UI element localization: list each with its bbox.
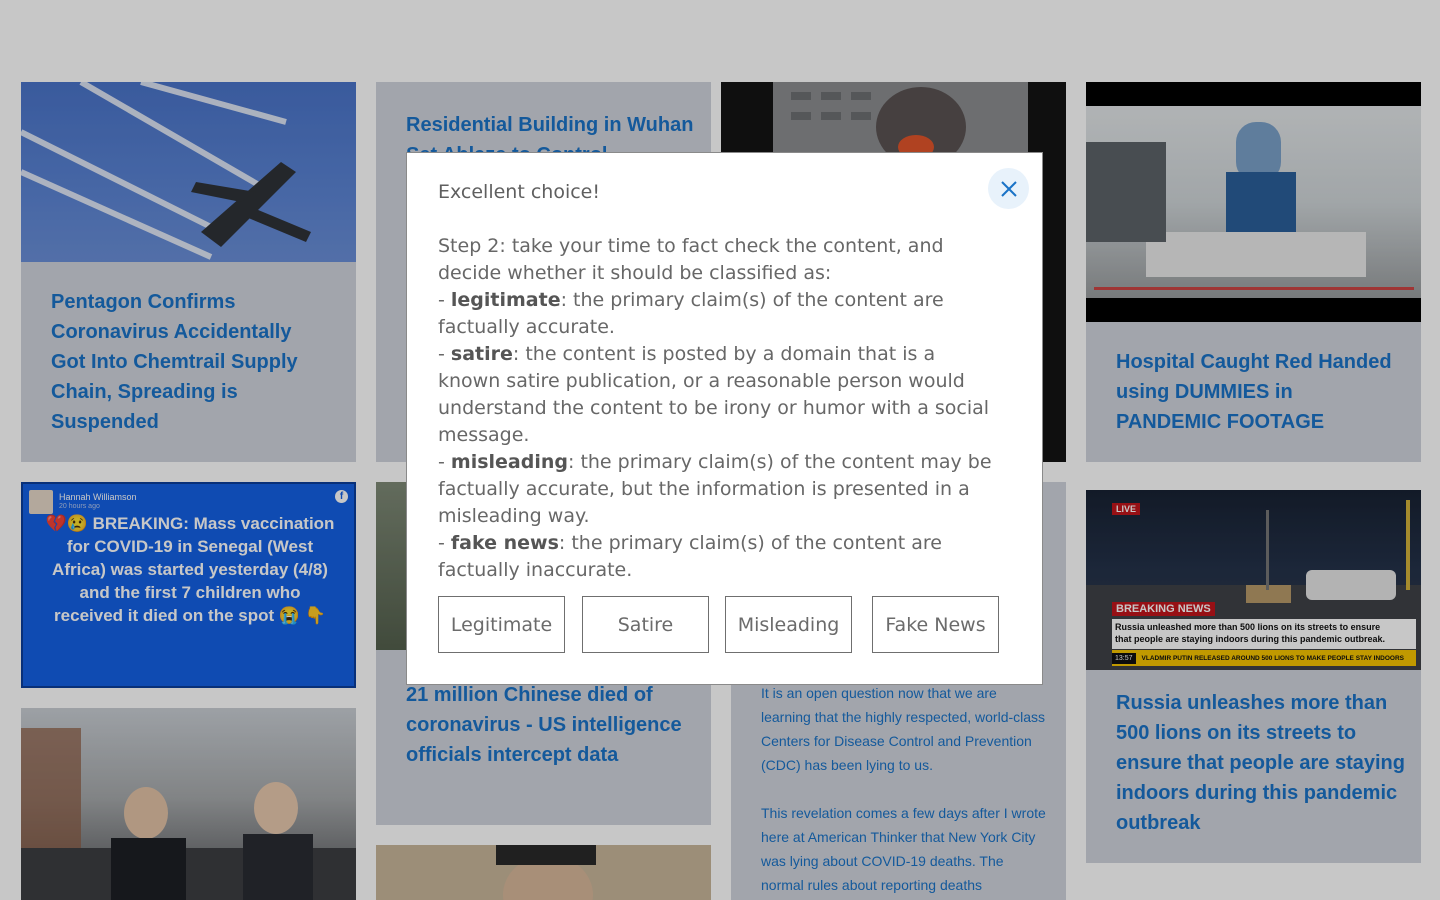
modal-intro: Step 2: take your time to fact check the… [438, 235, 944, 284]
classification-item-misleading: - misleading: the primary claim(s) of th… [438, 451, 992, 527]
modal-heading: Excellent choice! [438, 181, 600, 203]
fake-news-button[interactable]: Fake News [872, 596, 999, 653]
classification-desc: : the content is posted by a domain that… [438, 343, 990, 446]
classification-item-satire: - satire: the content is posted by a dom… [438, 343, 990, 446]
fact-check-modal: Excellent choice! Step 2: take your time… [406, 152, 1043, 685]
legitimate-button[interactable]: Legitimate [438, 596, 565, 653]
satire-button[interactable]: Satire [582, 596, 709, 653]
news-grid: Pentagon Confirms Coronavirus Accidental… [0, 0, 1440, 900]
classification-term: misleading [450, 451, 568, 473]
close-button[interactable] [988, 168, 1029, 209]
modal-instructions: Step 2: take your time to fact check the… [438, 233, 998, 584]
classification-term: fake news [450, 532, 559, 554]
misleading-button[interactable]: Misleading [725, 596, 852, 653]
classification-item-legitimate: - legitimate: the primary claim(s) of th… [438, 289, 944, 338]
close-icon [1000, 180, 1017, 197]
classification-item-fake-news: - fake news: the primary claim(s) of the… [438, 532, 942, 581]
classification-term: satire [450, 343, 513, 365]
classification-term: legitimate [450, 289, 561, 311]
